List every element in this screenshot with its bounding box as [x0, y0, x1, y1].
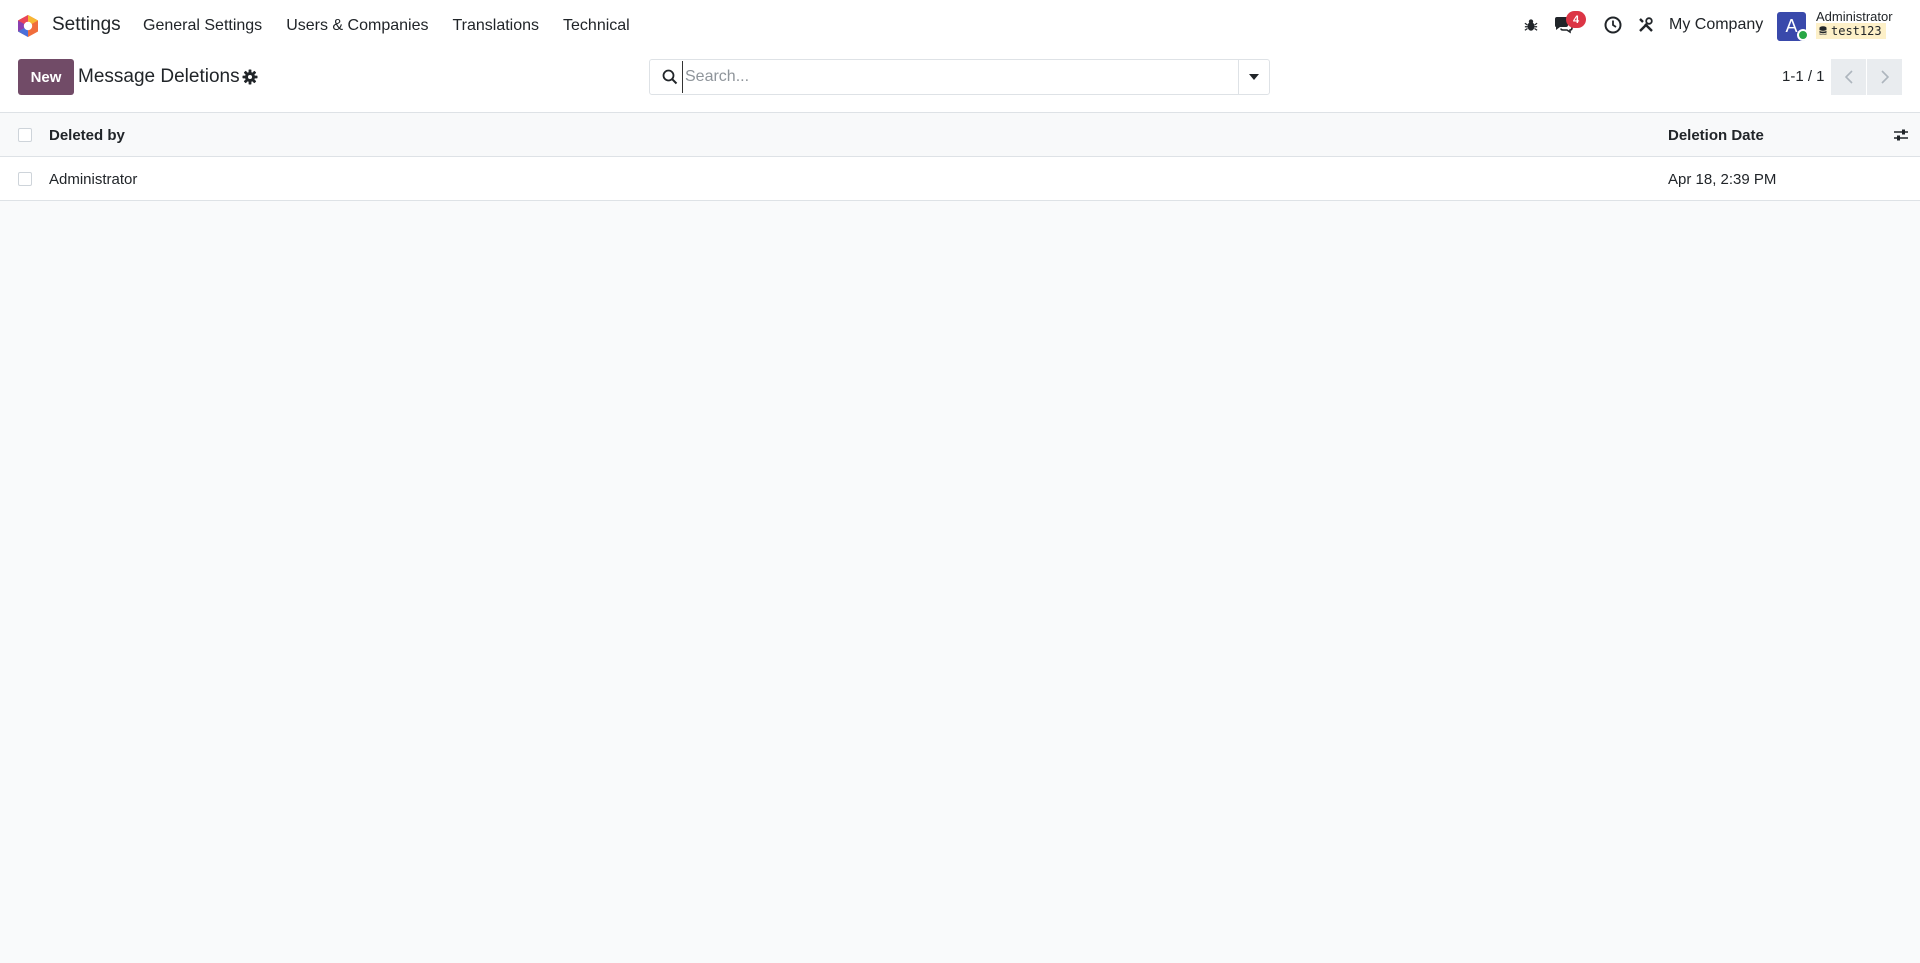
search-options-toggle[interactable] [1238, 60, 1269, 94]
messages-badge: 4 [1566, 11, 1586, 28]
pager-previous-button[interactable] [1831, 59, 1866, 95]
list-header: Deleted by Deletion Date [0, 113, 1920, 157]
caret-down-icon [1249, 74, 1259, 80]
list-view: Deleted by Deletion Date Administrator A… [0, 113, 1920, 201]
user-name[interactable]: Administrator [1816, 9, 1893, 24]
chevron-left-icon [1844, 70, 1853, 84]
search-bar [649, 59, 1270, 95]
menu-item-general-settings[interactable]: General Settings [131, 17, 274, 35]
table-row[interactable]: Administrator Apr 18, 2:39 PM [0, 157, 1920, 201]
column-header-deletion-date[interactable]: Deletion Date [1668, 127, 1764, 144]
control-panel: New Message Deletions 1-1 [0, 51, 1920, 113]
main-menu: General Settings Users & Companies Trans… [131, 0, 642, 51]
menu-item-users-companies[interactable]: Users & Companies [274, 17, 440, 35]
new-button[interactable]: New [18, 59, 74, 95]
presence-indicator [1797, 29, 1809, 41]
database-icon [1819, 26, 1827, 35]
tools-icon[interactable] [1636, 15, 1656, 35]
page-title[interactable]: Message Deletions [78, 66, 240, 88]
pager-value[interactable]: 1-1 / 1 [1782, 68, 1825, 85]
database-name: test123 [1831, 24, 1882, 38]
gear-icon[interactable] [242, 69, 258, 85]
menu-item-translations[interactable]: Translations [440, 17, 551, 35]
row-checkbox[interactable] [18, 172, 32, 186]
search-icon [662, 69, 678, 85]
optional-columns-icon[interactable] [1893, 127, 1909, 143]
select-all-checkbox[interactable] [18, 128, 32, 142]
column-header-deleted-by[interactable]: Deleted by [49, 127, 125, 144]
database-badge: test123 [1816, 23, 1886, 39]
cell-deletion-date[interactable]: Apr 18, 2:39 PM [1668, 171, 1776, 188]
company-switcher[interactable]: My Company [1669, 16, 1763, 34]
chevron-right-icon [1880, 70, 1889, 84]
odoo-logo-icon[interactable] [16, 14, 40, 38]
top-navbar: Settings General Settings Users & Compan… [0, 0, 1920, 51]
pager-next-button[interactable] [1867, 59, 1902, 95]
app-name[interactable]: Settings [52, 14, 121, 36]
bug-icon[interactable] [1521, 15, 1541, 35]
menu-item-technical[interactable]: Technical [551, 17, 642, 35]
cell-deleted-by[interactable]: Administrator [49, 171, 137, 188]
search-input[interactable] [682, 61, 1232, 93]
clock-icon[interactable] [1603, 15, 1623, 35]
